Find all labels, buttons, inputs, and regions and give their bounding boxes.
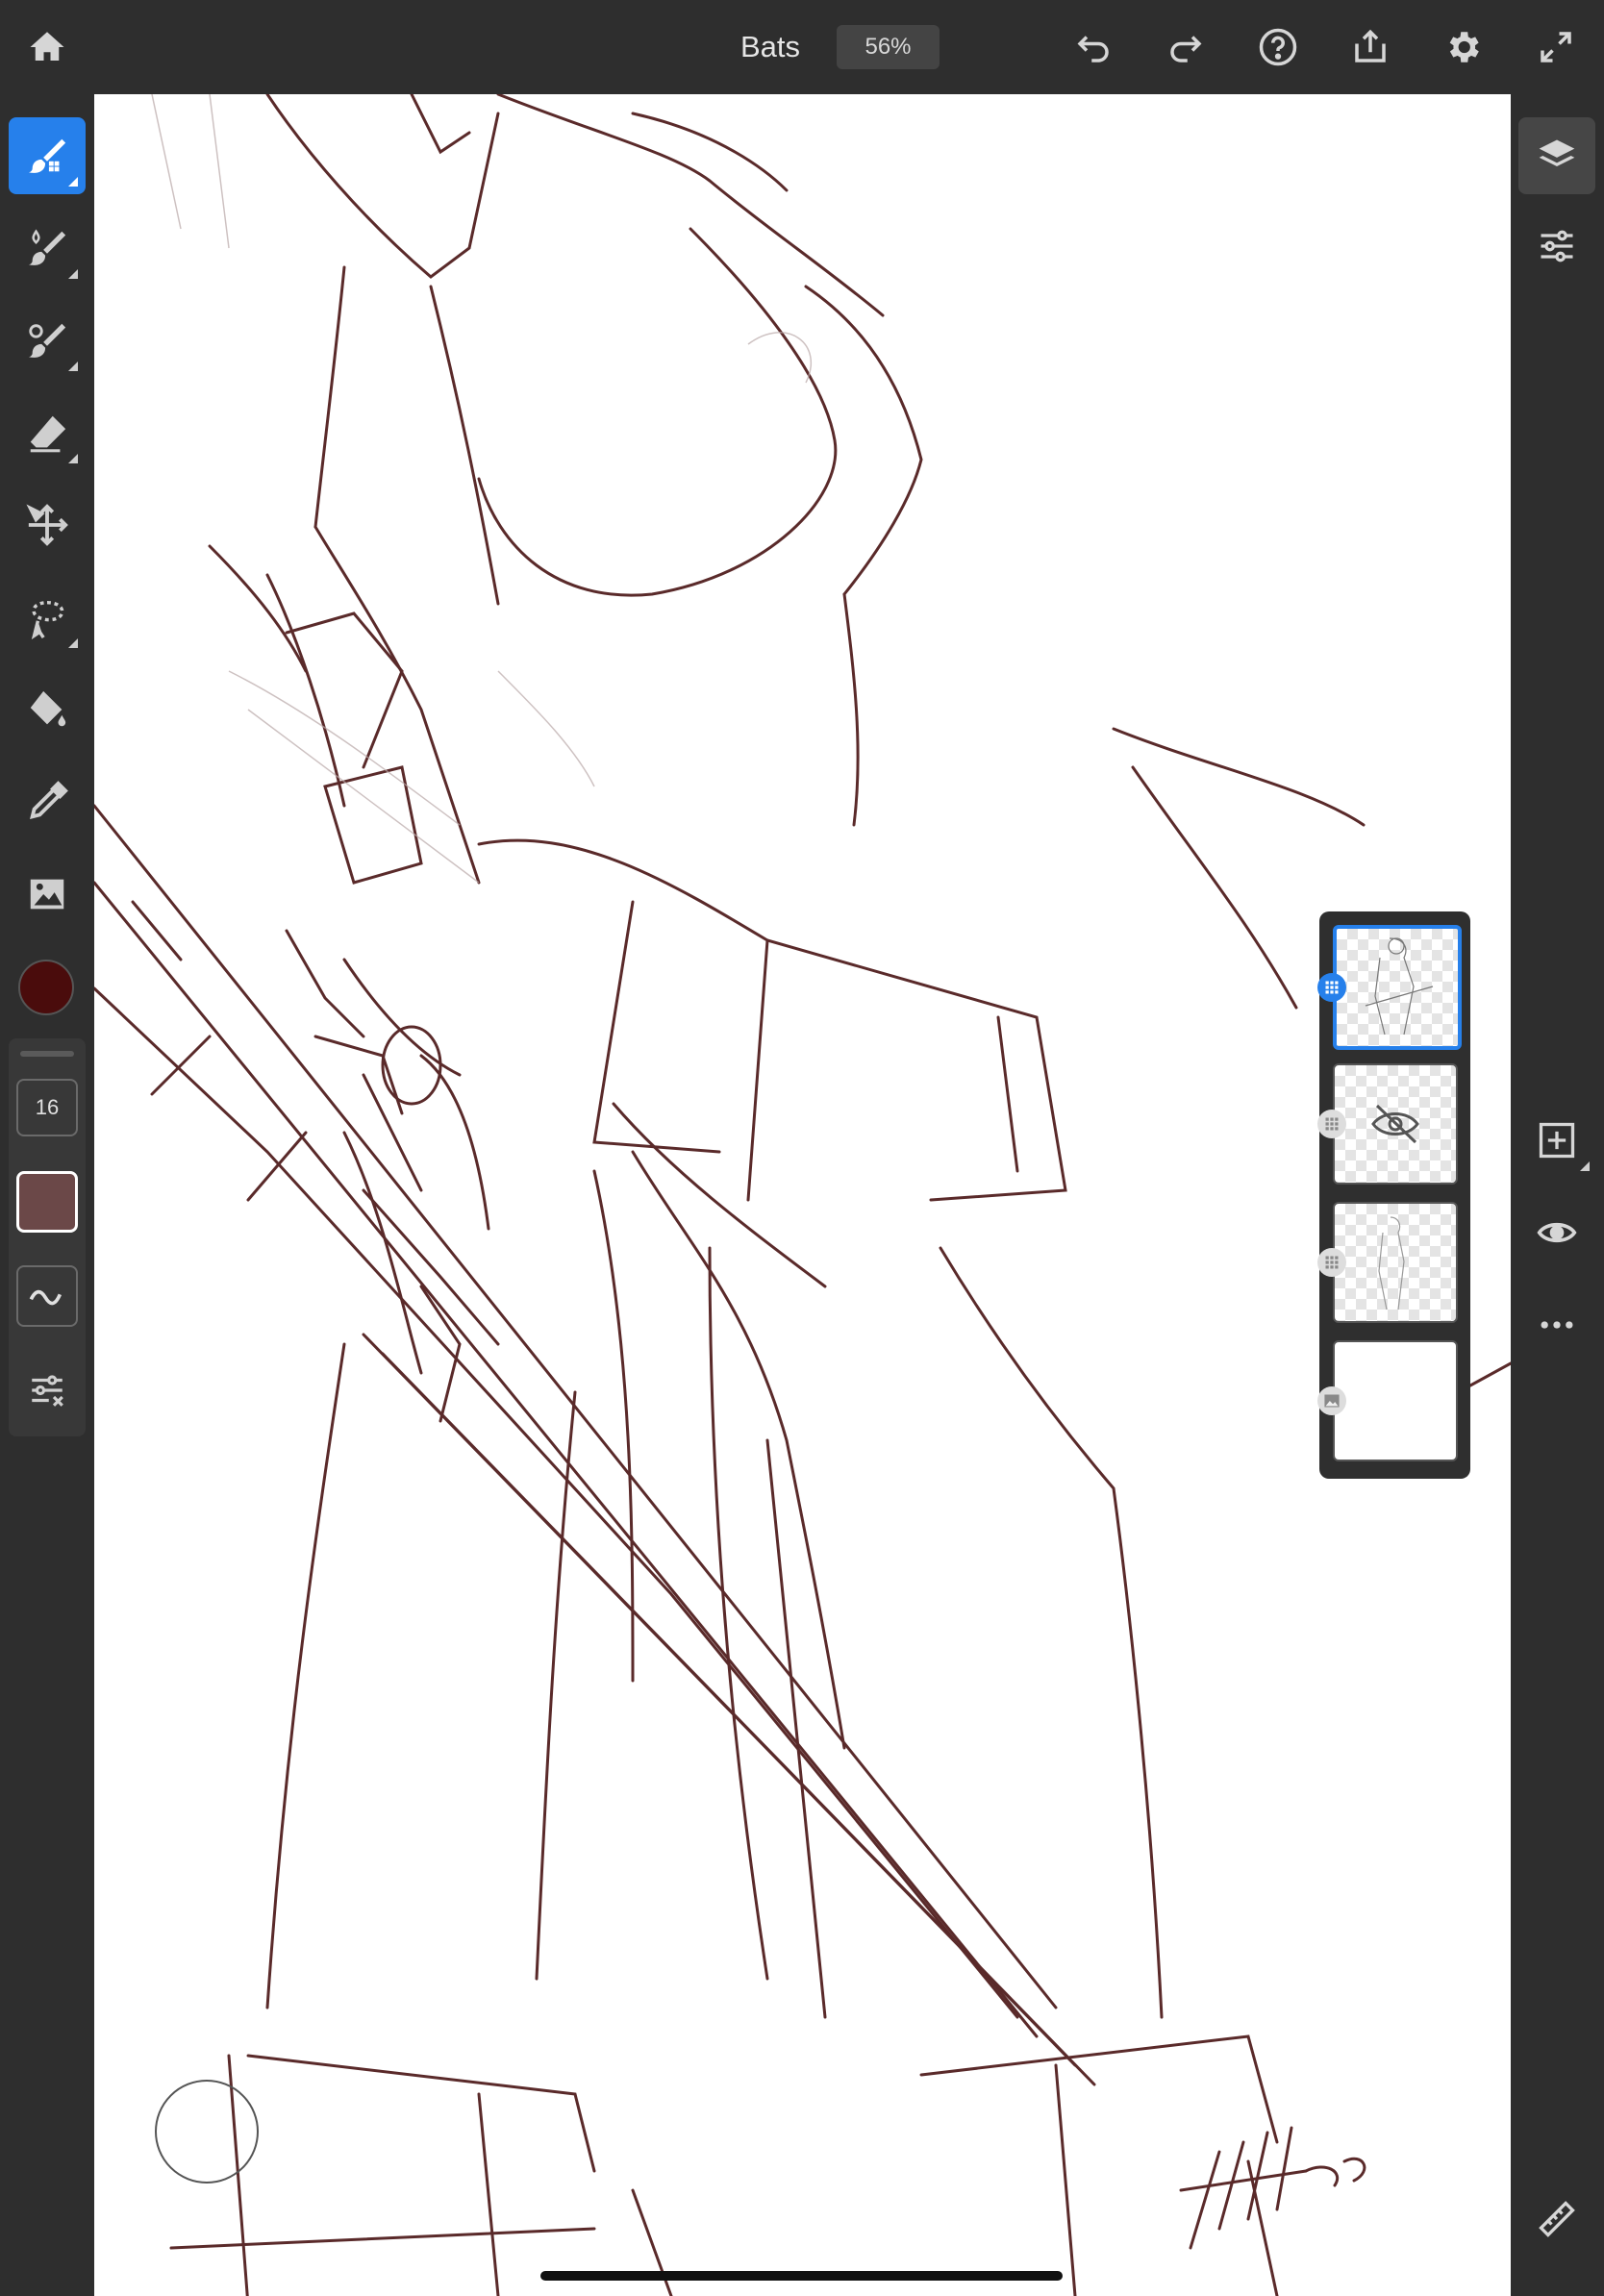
smoothing-button[interactable]	[16, 1265, 78, 1327]
layer-type-badge-3	[1317, 1248, 1346, 1277]
sketch-artwork	[94, 94, 1511, 2296]
live-brush-icon	[28, 229, 66, 265]
document-title[interactable]: Bats	[740, 25, 800, 69]
layers-icon	[1539, 139, 1575, 166]
eye-icon	[1537, 1222, 1577, 1243]
lasso-icon	[31, 600, 64, 639]
live-brush-tool[interactable]	[9, 210, 86, 287]
drawing-canvas[interactable]	[94, 94, 1511, 2296]
share-icon[interactable]	[1344, 21, 1396, 73]
right-panel-bar	[1511, 94, 1604, 2296]
brush-color-swatch[interactable]	[16, 1171, 78, 1233]
brush-settings-button[interactable]	[16, 1360, 78, 1421]
fill-bucket-icon	[30, 690, 66, 727]
eraser-icon	[30, 415, 66, 453]
move-icon	[26, 504, 68, 546]
layer-thumbnail-1[interactable]	[1333, 925, 1462, 1050]
ruler-icon	[1539, 2201, 1575, 2237]
add-layer-button[interactable]	[1518, 1102, 1595, 1179]
layer-type-badge-2	[1317, 1110, 1346, 1138]
brush-properties-panel: 16	[9, 1038, 86, 1436]
eyedropper-icon	[30, 781, 68, 819]
mixer-brush-icon	[28, 323, 66, 358]
brush-cursor	[155, 2080, 259, 2184]
color-swatch[interactable]	[18, 960, 74, 1015]
add-layer-icon	[1539, 1122, 1575, 1159]
sliders-icon	[1541, 230, 1573, 262]
home-icon[interactable]	[21, 21, 73, 73]
panel-handle[interactable]	[20, 1051, 74, 1057]
layer-thumbnail-2[interactable]	[1333, 1063, 1458, 1185]
fullscreen-icon[interactable]	[1530, 21, 1582, 73]
layer-type-badge-1	[1317, 973, 1346, 1002]
eyedropper-tool[interactable]	[9, 763, 86, 840]
image-tool[interactable]	[9, 856, 86, 933]
help-icon[interactable]	[1252, 21, 1304, 73]
undo-icon[interactable]	[1067, 21, 1119, 73]
layer-type-badge-4	[1317, 1386, 1346, 1415]
image-icon	[30, 879, 64, 910]
home-indicator	[540, 2271, 1063, 2281]
brush-settings-icon	[32, 1375, 63, 1407]
mixer-brush-tool[interactable]	[9, 302, 86, 379]
wave-icon	[29, 1289, 63, 1306]
layers-button[interactable]	[1518, 117, 1595, 194]
properties-button[interactable]	[1518, 208, 1595, 285]
selection-tool[interactable]	[9, 579, 86, 656]
layer-thumbnail-4[interactable]	[1333, 1340, 1458, 1461]
redo-icon[interactable]	[1160, 21, 1212, 73]
ruler-button[interactable]	[1518, 2181, 1595, 2258]
layers-panel	[1317, 911, 1470, 1479]
hidden-eye-icon	[1371, 1104, 1419, 1144]
top-toolbar: Bats 56%	[0, 0, 1604, 94]
pixel-brush-tool[interactable]	[9, 117, 86, 194]
gear-icon[interactable]	[1437, 21, 1489, 73]
transform-tool[interactable]	[9, 487, 86, 563]
more-button[interactable]	[1518, 1286, 1595, 1363]
visibility-button[interactable]	[1518, 1194, 1595, 1271]
fill-tool[interactable]	[9, 671, 86, 748]
pixel-brush-icon	[28, 138, 66, 173]
more-icon	[1541, 1321, 1573, 1329]
layer-thumbnail-3[interactable]	[1333, 1202, 1458, 1323]
brush-size[interactable]: 16	[16, 1079, 78, 1136]
eraser-tool[interactable]	[9, 394, 86, 471]
zoom-level[interactable]: 56%	[837, 25, 940, 69]
